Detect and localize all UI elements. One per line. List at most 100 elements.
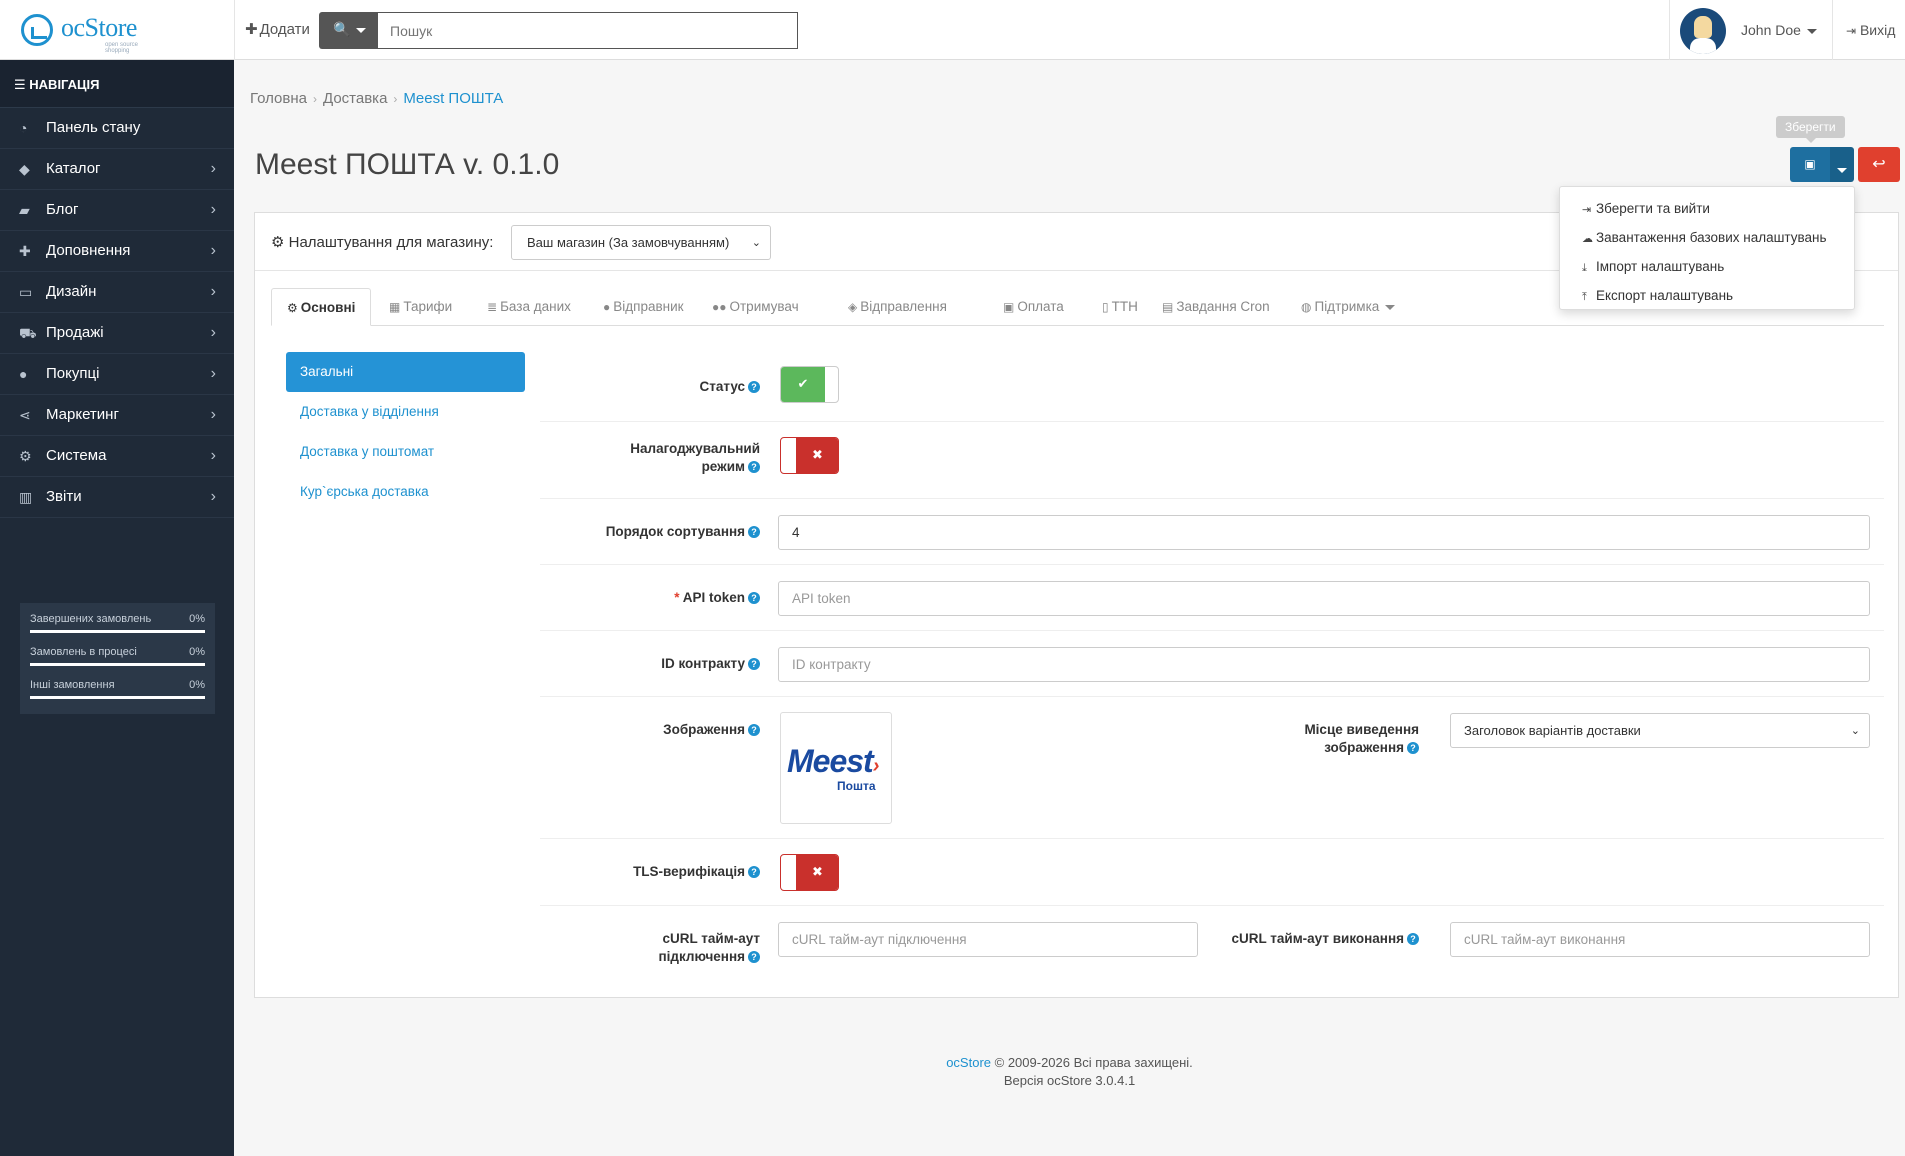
tab-waybill[interactable]: ▯ ТТН <box>1102 288 1138 326</box>
breadcrumb-shipping[interactable]: Доставка <box>323 90 387 107</box>
tab-cron[interactable]: ▤ Завдання Cron <box>1162 288 1270 326</box>
tags-icon: ◆ <box>19 161 30 177</box>
curl-exec-timeout-input[interactable]: cURL тайм-аут виконання <box>1450 922 1870 957</box>
help-icon[interactable]: ? <box>1407 742 1419 755</box>
save-button[interactable]: ▣ <box>1790 147 1830 182</box>
help-icon[interactable]: ? <box>748 526 760 539</box>
search-type-button[interactable]: 🔍 <box>319 12 377 49</box>
subnav-courier-delivery[interactable]: Кур`єрська доставка <box>286 472 525 512</box>
ocstore-logo[interactable]: ocStore open source shopping <box>21 12 161 54</box>
menu-item-export[interactable]: ⤒ Експорт налаштувань <box>1560 282 1854 311</box>
sidebar-item-design[interactable]: ▭ Дизайн › <box>0 272 234 313</box>
download-icon: ⤓ <box>1582 262 1587 274</box>
sort-label: Порядок сортування? <box>560 523 760 541</box>
chevron-right-icon: › <box>210 406 216 423</box>
reply-icon: ↩ <box>1872 156 1886 173</box>
stat-processing: Замовлень в процесі 0% <box>30 646 205 679</box>
chevron-down-icon: ⌄ <box>1850 725 1860 737</box>
sidebar-item-label: Доповнення <box>46 242 131 259</box>
back-button[interactable]: ↩ <box>1858 147 1900 182</box>
image-place-select[interactable]: Заголовок варіантів доставки ⌄ <box>1450 713 1870 748</box>
image-label: Зображення? <box>560 721 760 739</box>
avatar[interactable] <box>1680 8 1726 54</box>
tab-general[interactable]: ⚙ Основні <box>271 288 372 326</box>
menu-item-load-defaults[interactable]: ☁ Завантаження базових налаштувань <box>1560 224 1854 253</box>
stat-progress-bar <box>30 630 205 633</box>
user-menu[interactable]: John Doe <box>1741 22 1817 38</box>
users-icon: ●● <box>712 300 727 314</box>
check-icon: ✔ <box>781 367 825 402</box>
puzzle-icon: ✚ <box>19 243 31 259</box>
menu-item-save-exit[interactable]: ⇥ Зберегти та вийти <box>1560 195 1854 224</box>
search-input[interactable] <box>377 12 798 49</box>
stat-label: Завершених замовлень <box>30 613 152 625</box>
sidebar-item-catalog[interactable]: ◆ Каталог › <box>0 149 234 190</box>
monitor-icon: ▭ <box>19 284 33 300</box>
stat-progress-bar <box>30 663 205 666</box>
form-row-status-field: Статус? ✔ <box>540 352 1884 422</box>
sidebar-item-dashboard[interactable]: ◔ Панель стану <box>0 108 234 149</box>
form-row-image: Зображення? Meest› Пошта Місце виведення… <box>540 697 1884 839</box>
api-token-input[interactable]: API token <box>778 581 1870 616</box>
sidebar-item-blog[interactable]: ▰ Блог › <box>0 190 234 231</box>
header-divider <box>234 0 235 60</box>
cloud-download-icon: ☁ <box>1582 233 1593 245</box>
chevron-down-icon: ⌄ <box>751 237 761 249</box>
sort-order-input[interactable]: 4 <box>778 515 1870 550</box>
sidebar-item-marketing[interactable]: ⋖ Маркетинг › <box>0 395 234 436</box>
save-options-toggle[interactable] <box>1830 147 1854 182</box>
sidebar-item-reports[interactable]: ▥ Звіти › <box>0 477 234 518</box>
help-icon[interactable]: ? <box>748 461 760 474</box>
help-icon[interactable]: ? <box>748 866 760 879</box>
nav-heading[interactable]: ☰ НАВІГАЦІЯ <box>0 60 234 108</box>
help-icon[interactable]: ? <box>748 951 760 964</box>
menu-item-import[interactable]: ⤓ Імпорт налаштувань <box>1560 253 1854 282</box>
sidebar-item-customers[interactable]: ● Покупці › <box>0 354 234 395</box>
tab-tariffs[interactable]: ▦ Тарифи <box>389 288 452 326</box>
store-select[interactable]: Ваш магазин (За замовчуванням) ⌄ <box>511 225 771 260</box>
user-name: John Doe <box>1741 22 1801 38</box>
logo-text: ocStore <box>61 13 137 42</box>
subnav-branch-delivery[interactable]: Доставка у відділення <box>286 392 525 432</box>
breadcrumb-current[interactable]: Meest ПОШТА <box>403 90 503 107</box>
sidebar-item-label: Каталог <box>46 160 101 177</box>
add-button[interactable]: ✚ Додати <box>245 20 310 38</box>
status-label: Статус? <box>560 378 760 396</box>
form-row-api-token: * API token? API token <box>540 565 1884 631</box>
help-icon[interactable]: ? <box>748 381 760 394</box>
help-icon[interactable]: ? <box>748 592 760 605</box>
cart-icon: ⛟ <box>19 325 37 341</box>
search-group: 🔍 <box>319 12 798 49</box>
help-icon[interactable]: ? <box>748 658 760 671</box>
tab-shipment[interactable]: ◈ Відправлення <box>848 288 947 326</box>
tab-support[interactable]: ◍ Підтримка <box>1301 288 1396 326</box>
subnav-postomat-delivery[interactable]: Доставка у поштомат <box>286 432 525 472</box>
debug-toggle[interactable]: ✖ <box>780 437 839 474</box>
image-thumbnail[interactable]: Meest› Пошта <box>780 712 892 824</box>
contract-id-input[interactable]: ID контракту <box>778 647 1870 682</box>
globe-icon: ◍ <box>1301 300 1312 314</box>
status-toggle[interactable]: ✔ <box>780 366 839 403</box>
breadcrumb-home[interactable]: Головна <box>250 90 307 107</box>
help-icon[interactable]: ? <box>1407 933 1419 946</box>
footer-brand-link[interactable]: ocStore <box>946 1055 991 1070</box>
help-icon[interactable]: ? <box>748 724 760 737</box>
sidebar-item-sales[interactable]: ⛟ Продажі › <box>0 313 234 354</box>
api-token-label: * API token? <box>560 589 760 607</box>
stat-label: Інші замовлення <box>30 679 115 691</box>
tab-payment[interactable]: ▣ Оплата <box>1003 288 1064 326</box>
sidebar-item-extensions[interactable]: ✚ Доповнення › <box>0 231 234 272</box>
form-row-curl: cURL тайм-аут підключення? cURL тайм-аут … <box>540 906 1884 982</box>
stat-completed: Завершених замовлень 0% <box>30 613 205 646</box>
tab-sender[interactable]: ● Відправник <box>603 288 684 326</box>
form-row-contract: ID контракту? ID контракту <box>540 631 1884 697</box>
tab-database[interactable]: ≣ База даних <box>487 288 571 326</box>
logout-link[interactable]: ⇥ Вихід <box>1846 22 1895 38</box>
subnav-general[interactable]: Загальні <box>286 352 525 392</box>
curl-exec-label: cURL тайм-аут виконання? <box>1119 930 1419 948</box>
sidebar-item-system[interactable]: ⚙ Система › <box>0 436 234 477</box>
stat-label: Замовлень в процесі <box>30 646 137 658</box>
tab-recipient[interactable]: ●● Отримувач <box>712 288 799 326</box>
tls-toggle[interactable]: ✖ <box>780 854 839 891</box>
store-select-value: Ваш магазин (За замовчуванням) <box>527 235 730 250</box>
